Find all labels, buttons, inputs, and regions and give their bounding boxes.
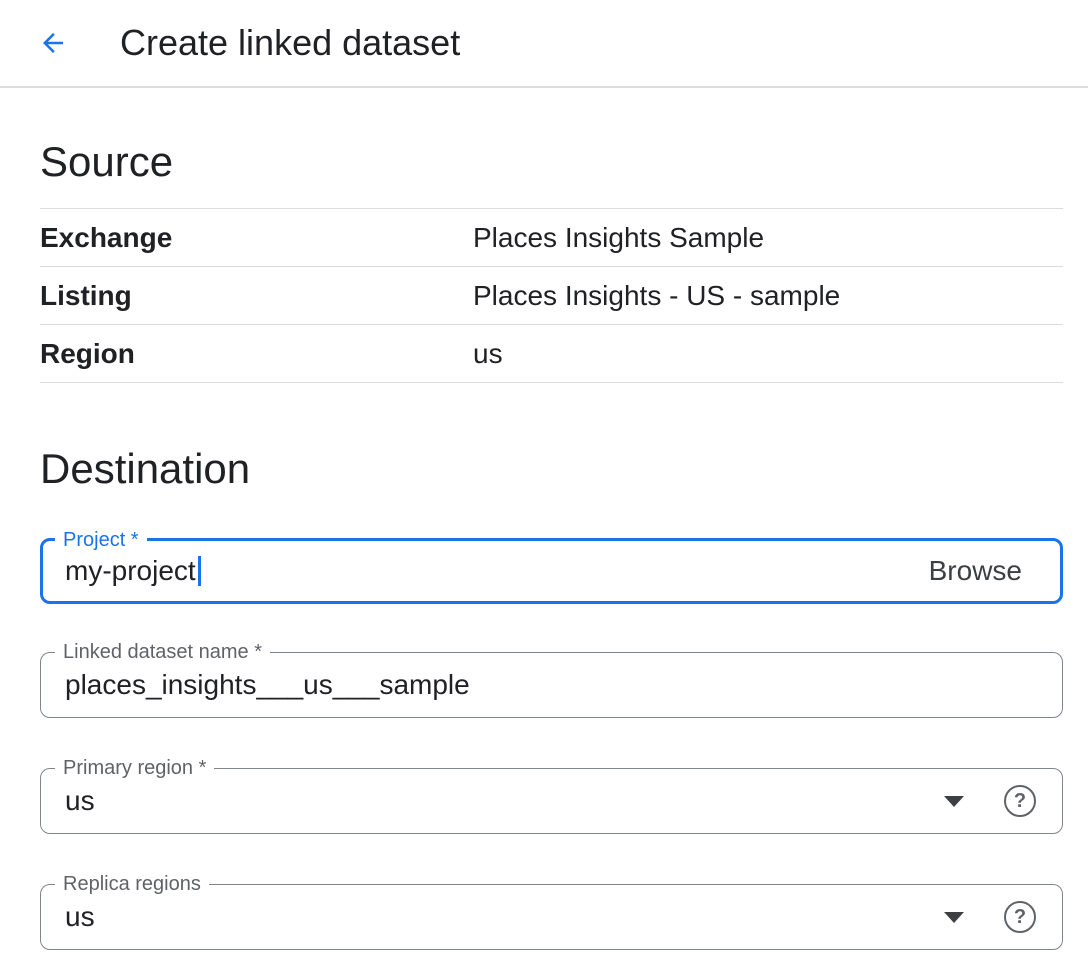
project-input-value[interactable]: my-project <box>65 555 929 587</box>
help-icon-replica-regions[interactable]: ? <box>1004 901 1036 933</box>
row-label-listing: Listing <box>40 280 473 312</box>
replica-regions-select[interactable]: Replica regions us ? <box>40 884 1063 950</box>
primary-region-label: Primary region * <box>55 756 214 781</box>
table-row-exchange: Exchange Places Insights Sample <box>40 209 1063 267</box>
back-button[interactable] <box>38 28 68 58</box>
page-title: Create linked dataset <box>120 22 460 64</box>
primary-region-select[interactable]: Primary region * us ? <box>40 768 1063 834</box>
linked-dataset-name-value[interactable]: places_insights___us___sample <box>65 669 1036 701</box>
row-value-exchange: Places Insights Sample <box>473 222 764 254</box>
project-field-label: Project * <box>55 528 147 553</box>
row-label-exchange: Exchange <box>40 222 473 254</box>
table-row-region: Region us <box>40 325 1063 383</box>
source-table: Exchange Places Insights Sample Listing … <box>40 208 1063 383</box>
source-heading: Source <box>40 138 1063 186</box>
arrow-back-icon <box>38 28 68 58</box>
table-row-listing: Listing Places Insights - US - sample <box>40 267 1063 325</box>
help-icon-primary-region[interactable]: ? <box>1004 785 1036 817</box>
chevron-down-icon[interactable] <box>944 796 964 807</box>
replica-regions-value[interactable]: us <box>65 901 944 933</box>
row-value-region: us <box>473 338 503 370</box>
project-field[interactable]: Project * my-project Browse <box>40 538 1063 604</box>
linked-dataset-name-label: Linked dataset name * <box>55 640 270 665</box>
browse-button[interactable]: Browse <box>929 555 1022 587</box>
primary-region-value[interactable]: us <box>65 785 944 817</box>
replica-regions-label: Replica regions <box>55 872 209 897</box>
text-caret <box>198 556 201 586</box>
row-value-listing: Places Insights - US - sample <box>473 280 840 312</box>
destination-heading: Destination <box>40 445 1063 493</box>
header: Create linked dataset <box>0 0 1088 88</box>
chevron-down-icon[interactable] <box>944 912 964 923</box>
main-content: Source Exchange Places Insights Sample L… <box>40 138 1063 950</box>
linked-dataset-name-field[interactable]: Linked dataset name * places_insights___… <box>40 652 1063 718</box>
row-label-region: Region <box>40 338 473 370</box>
